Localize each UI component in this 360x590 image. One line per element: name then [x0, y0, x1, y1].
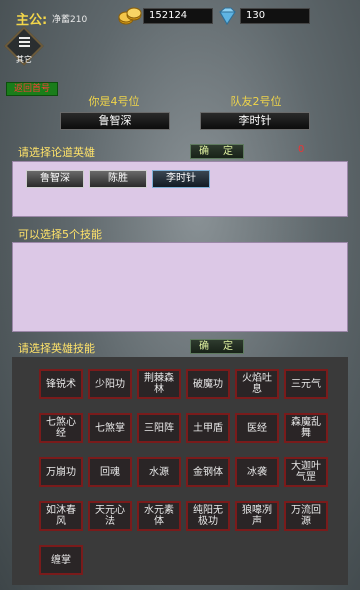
skill-button[interactable]: 荆棘森林: [137, 369, 181, 399]
gem-amount: 130: [240, 8, 310, 24]
skill-button[interactable]: 狼嗥冽声: [235, 501, 279, 531]
skill-button[interactable]: 七煞心经: [39, 413, 83, 443]
coin-stack-icon: [118, 6, 142, 26]
gem-icon: [216, 6, 238, 26]
your-position-label: 你是4号位: [88, 95, 140, 108]
choose-five-title: 可以选择5个技能: [18, 228, 102, 241]
skill-button[interactable]: 金钢体: [186, 457, 230, 487]
skill-button[interactable]: 水源: [137, 457, 181, 487]
skill-button[interactable]: 三阳阵: [137, 413, 181, 443]
skill-button[interactable]: 水元素体: [137, 501, 181, 531]
skill-button[interactable]: 如沐春风: [39, 501, 83, 531]
skill-button[interactable]: 天元心法: [88, 501, 132, 531]
lord-name: 净蓄210: [52, 15, 88, 25]
hero-option-2[interactable]: 陈胜: [89, 170, 147, 188]
selected-count: 0: [298, 144, 305, 155]
top-bar: 主公: 净蓄210 152124 130: [0, 0, 360, 34]
choose-skills-title: 请选择英雄技能: [18, 342, 95, 355]
other-menu-button[interactable]: 其它: [4, 26, 44, 66]
confirm-skills-button[interactable]: 确 定: [190, 339, 244, 354]
return-button[interactable]: 返回首号: [6, 82, 58, 96]
skill-grid: 锋锐术 少阳功 荆棘森林 破魔功 火焰吐息 三元气七煞心经 七煞掌 三阳阵 土甲盾 医经 森魔乱舞万…: [12, 357, 348, 585]
lord-label: 主公:: [16, 13, 48, 28]
hero-option-1[interactable]: 鲁智深: [26, 170, 84, 188]
hero-select-panel: 鲁智深 陈胜 李时针: [12, 161, 348, 217]
skill-button[interactable]: 缠掌: [39, 545, 83, 575]
skill-button[interactable]: 七煞掌: [88, 413, 132, 443]
skill-button[interactable]: 少阳功: [88, 369, 132, 399]
skill-button[interactable]: 纯阳无极功: [186, 501, 230, 531]
skill-button[interactable]: 大迦叶气罡: [284, 457, 328, 487]
confirm-hero-button[interactable]: 确 定: [190, 144, 244, 159]
gold-amount: 152124: [143, 8, 213, 24]
other-menu-label: 其它: [16, 55, 32, 64]
skill-button[interactable]: 万崩功: [39, 457, 83, 487]
menu-icon: [19, 37, 30, 49]
skill-button[interactable]: 火焰吐息: [235, 369, 279, 399]
skill-button[interactable]: 回魂: [88, 457, 132, 487]
your-hero-plate: 鲁智深: [60, 112, 170, 130]
selected-skills-panel: [12, 242, 348, 332]
skill-button[interactable]: 森魔乱舞: [284, 413, 328, 443]
teammate-position-label: 队友2号位: [230, 95, 282, 108]
skill-button[interactable]: 冰袭: [235, 457, 279, 487]
skill-button[interactable]: 万流回源: [284, 501, 328, 531]
choose-hero-title: 请选择论道英雄: [18, 146, 95, 159]
skill-button[interactable]: 破魔功: [186, 369, 230, 399]
skill-button[interactable]: 锋锐术: [39, 369, 83, 399]
skill-button[interactable]: 三元气: [284, 369, 328, 399]
hero-option-3[interactable]: 李时针: [152, 170, 210, 188]
skill-button[interactable]: 医经: [235, 413, 279, 443]
teammate-hero-plate: 李时针: [200, 112, 310, 130]
skill-button[interactable]: 土甲盾: [186, 413, 230, 443]
